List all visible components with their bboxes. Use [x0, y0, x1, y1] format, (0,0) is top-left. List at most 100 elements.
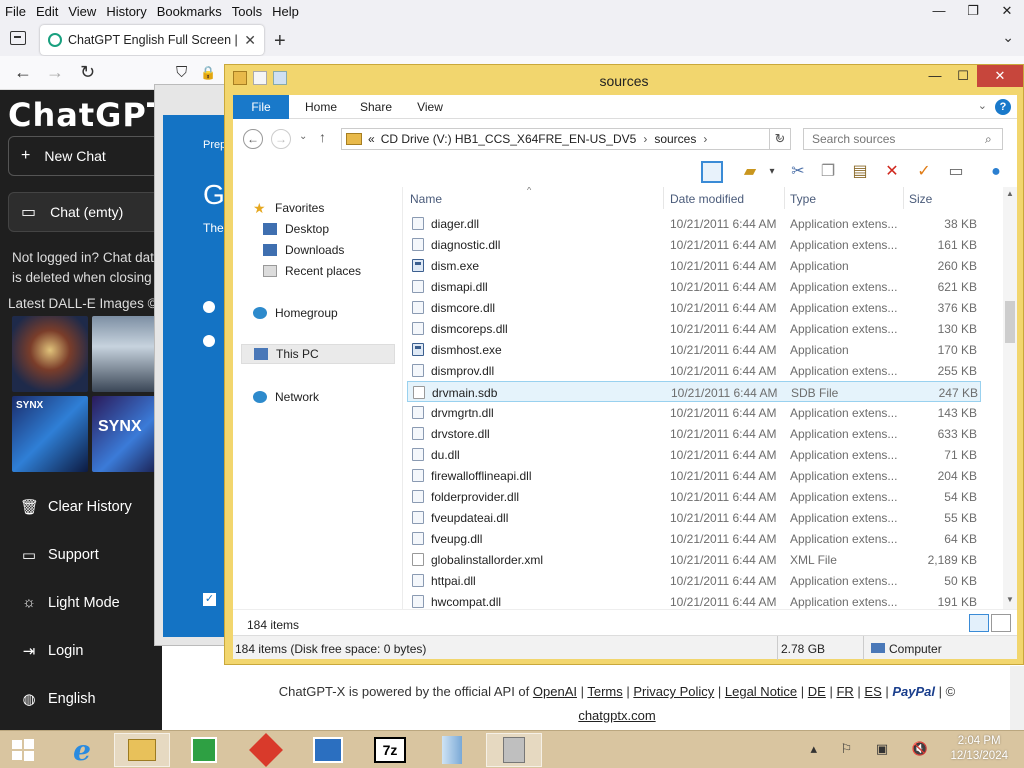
footer-fr-link[interactable]: FR: [836, 684, 853, 699]
file-row[interactable]: hwcompat.dll 10/21/2011 6:44 AM Applicatio…: [407, 591, 981, 609]
file-row[interactable]: folderprovider.dll 10/21/2011 6:44 AM Appl…: [407, 486, 981, 507]
explorer-titlebar[interactable]: sources — ☐ ✕: [225, 65, 1023, 95]
recent-locations-chevron-icon[interactable]: ⌄: [299, 131, 307, 142]
tab-home[interactable]: Home: [293, 95, 349, 119]
paste-icon[interactable]: ▤: [849, 161, 871, 183]
file-row[interactable]: fveupdateai.dll 10/21/2011 6:44 AM Applica…: [407, 507, 981, 528]
breadcrumb-sources[interactable]: sources: [654, 132, 696, 146]
back-button[interactable]: ←: [243, 129, 263, 149]
file-row[interactable]: httpai.dll 10/21/2011 6:44 AM Application …: [407, 570, 981, 591]
lock-icon[interactable]: 🔒: [200, 65, 216, 81]
page-scrollbar[interactable]: [1010, 666, 1024, 730]
app-icon[interactable]: [300, 733, 356, 767]
browser-tab[interactable]: ChatGPT English Full Screen | X ✕: [40, 25, 264, 55]
language-link[interactable]: ◍ English: [20, 690, 95, 708]
preview-pane-icon[interactable]: [701, 161, 723, 183]
footer-domain-link[interactable]: chatgptx.com: [260, 708, 974, 723]
nav-this-pc[interactable]: This PC: [241, 344, 395, 364]
tab-file[interactable]: File: [233, 95, 289, 119]
menu-tools[interactable]: Tools: [227, 4, 267, 19]
store-icon[interactable]: [176, 733, 232, 767]
file-row[interactable]: dism.exe 10/21/2011 6:44 AM Application 260…: [407, 255, 981, 276]
search-input[interactable]: [803, 128, 1003, 150]
menu-bookmarks[interactable]: Bookmarks: [152, 4, 227, 19]
explorer-maximize-button[interactable]: ☐: [949, 65, 977, 87]
tracking-shield-icon[interactable]: ⛉: [176, 64, 187, 81]
nav-recent-places[interactable]: Recent places: [263, 264, 361, 278]
file-row[interactable]: diagnostic.dll 10/21/2011 6:44 AM Applicat…: [407, 234, 981, 255]
breadcrumb-sep-icon[interactable]: ›: [643, 132, 647, 146]
help-icon[interactable]: ?: [995, 99, 1011, 115]
chat-list-item[interactable]: ▭ Chat (emty): [8, 192, 162, 232]
scrollbar-thumb[interactable]: [1005, 301, 1015, 343]
file-row[interactable]: drvmain.sdb 10/21/2011 6:44 AM SDB File 247…: [407, 381, 981, 402]
folder-options-icon[interactable]: ▰: [739, 161, 761, 183]
dalle-image-thumb[interactable]: [12, 316, 88, 392]
scroll-down-icon[interactable]: ▼: [1003, 595, 1017, 604]
reload-button[interactable]: ↻: [80, 62, 95, 83]
taskbar-clock[interactable]: 2:04 PM 12/13/2024: [950, 734, 1008, 764]
menu-history[interactable]: History: [101, 4, 151, 19]
checkmark-icon[interactable]: ✓: [913, 161, 935, 183]
explorer-minimize-button[interactable]: —: [921, 65, 949, 87]
windows-start-icon[interactable]: [0, 733, 46, 767]
close-button[interactable]: ✕: [990, 0, 1024, 22]
nav-downloads[interactable]: Downloads: [263, 243, 344, 257]
scroll-up-icon[interactable]: ▲: [1003, 189, 1017, 198]
copy-icon[interactable]: ❐: [817, 161, 839, 183]
restore-button[interactable]: ❐: [956, 0, 990, 22]
footer-terms-link[interactable]: Terms: [587, 684, 622, 699]
file-row[interactable]: dismcoreps.dll 10/21/2011 6:44 AM Applicat…: [407, 318, 981, 339]
file-row[interactable]: dismapi.dll 10/21/2011 6:44 AM Application…: [407, 276, 981, 297]
rename-icon[interactable]: ▭: [945, 161, 967, 183]
minimize-button[interactable]: —: [922, 0, 956, 22]
cut-icon[interactable]: ✂: [787, 161, 809, 183]
file-row[interactable]: globalinstallorder.xml 10/21/2011 6:44 AM…: [407, 549, 981, 570]
large-icons-view-icon[interactable]: [991, 614, 1011, 632]
nav-homegroup[interactable]: Homegroup: [253, 306, 338, 320]
file-row[interactable]: dismprov.dll 10/21/2011 6:44 AM Applicatio…: [407, 360, 981, 381]
7zip-icon[interactable]: 7z: [362, 733, 418, 767]
refresh-button[interactable]: ↻: [769, 128, 791, 150]
list-all-tabs-icon[interactable]: [10, 31, 26, 45]
tab-list-chevron-icon[interactable]: ⌄: [1002, 29, 1014, 46]
footer-es-link[interactable]: ES: [864, 684, 881, 699]
usb-drive-icon[interactable]: [486, 733, 542, 767]
file-row[interactable]: diager.dll 10/21/2011 6:44 AM Application …: [407, 213, 981, 234]
column-divider[interactable]: [784, 187, 785, 209]
file-row[interactable]: dismcore.dll 10/21/2011 6:44 AM Applicatio…: [407, 297, 981, 318]
footer-de-link[interactable]: DE: [808, 684, 826, 699]
setup-icon[interactable]: [424, 733, 480, 767]
file-row[interactable]: firewallofflineapi.dll 10/21/2011 6:44 AM…: [407, 465, 981, 486]
ribbon-expand-chevron-icon[interactable]: ⌄: [978, 99, 987, 112]
file-row[interactable]: du.dll 10/21/2011 6:44 AM Application exte…: [407, 444, 981, 465]
delete-icon[interactable]: ✕: [881, 161, 903, 183]
chatgpt-x-logo[interactable]: ChatGPT-X: [8, 96, 162, 134]
file-row[interactable]: drvmgrtn.dll 10/21/2011 6:44 AM Applicatio…: [407, 402, 981, 423]
nav-network[interactable]: Network: [253, 390, 319, 404]
menu-view[interactable]: View: [63, 4, 101, 19]
file-row[interactable]: drvstore.dll 10/21/2011 6:44 AM Applicatio…: [407, 423, 981, 444]
menu-edit[interactable]: Edit: [31, 4, 63, 19]
paypal-link[interactable]: PayPal: [892, 684, 935, 699]
dalle-image-thumb[interactable]: [92, 316, 162, 392]
dalle-image-thumb[interactable]: SYNX: [12, 396, 88, 472]
dalle-image-thumb[interactable]: SYNX: [92, 396, 162, 472]
tab-view[interactable]: View: [405, 95, 455, 119]
nav-favorites[interactable]: ★ Favorites: [253, 201, 324, 215]
footer-legal-link[interactable]: Legal Notice: [725, 684, 797, 699]
anydesk-icon[interactable]: [238, 733, 294, 767]
dropdown-arrow-icon[interactable]: ▾: [761, 161, 783, 183]
forward-button[interactable]: →: [271, 129, 291, 149]
new-tab-button[interactable]: +: [274, 30, 286, 53]
column-divider[interactable]: [903, 187, 904, 209]
footer-openai-link[interactable]: OpenAI: [533, 684, 577, 699]
up-arrow-icon[interactable]: ↑: [319, 129, 326, 145]
setup-radio-1[interactable]: [203, 301, 215, 313]
file-row[interactable]: dismhost.exe 10/21/2011 6:44 AM Applicatio…: [407, 339, 981, 360]
forward-button[interactable]: →: [46, 62, 64, 83]
details-view-icon[interactable]: [969, 614, 989, 632]
tab-close-icon[interactable]: ✕: [244, 32, 256, 49]
breadcrumb-prefix[interactable]: «: [368, 132, 375, 146]
breadcrumb-drive[interactable]: CD Drive (V:) HB1_CCS_X64FRE_EN-US_DV5: [381, 132, 637, 146]
